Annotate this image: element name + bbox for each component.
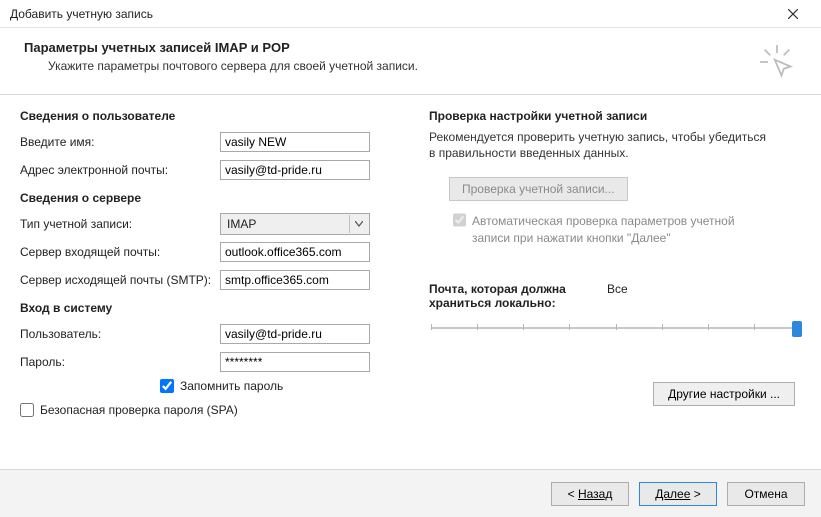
account-type-value: IMAP [227, 217, 256, 231]
incoming-server-input[interactable] [220, 242, 370, 262]
cancel-button[interactable]: Отмена [727, 482, 805, 506]
user-input[interactable] [220, 324, 370, 344]
remember-password-label: Запомнить пароль [180, 379, 283, 393]
next-button[interactable]: Далее > [639, 482, 717, 506]
cursor-click-icon [759, 44, 795, 80]
remember-password-checkbox[interactable] [160, 379, 174, 393]
spa-checkbox[interactable] [20, 403, 34, 417]
test-section-title: Проверка настройки учетной записи [429, 109, 801, 123]
back-button[interactable]: < Назад [551, 482, 629, 506]
auto-test-checkbox[interactable] [453, 213, 466, 227]
email-input[interactable] [220, 160, 370, 180]
test-section-text: Рекомендуется проверить учетную запись, … [429, 129, 769, 161]
mail-keep-value: Все [607, 282, 628, 296]
header-subtitle: Укажите параметры почтового сервера для … [48, 59, 418, 73]
account-type-select[interactable]: IMAP [220, 213, 370, 235]
server-section-title: Сведения о сервере [20, 191, 399, 205]
password-label: Пароль: [20, 355, 220, 369]
header-title: Параметры учетных записей IMAP и POP [24, 40, 418, 55]
name-input[interactable] [220, 132, 370, 152]
email-label: Адрес электронной почты: [20, 163, 220, 177]
incoming-label: Сервер входящей почты: [20, 245, 220, 259]
outgoing-server-input[interactable] [220, 270, 370, 290]
mail-keep-label: Почта, которая должна храниться локально… [429, 282, 589, 310]
account-type-label: Тип учетной записи: [20, 217, 220, 231]
close-button[interactable] [773, 2, 813, 26]
login-section-title: Вход в систему [20, 301, 399, 315]
name-label: Введите имя: [20, 135, 220, 149]
test-account-button[interactable]: Проверка учетной записи... [449, 177, 628, 201]
other-settings-button[interactable]: Другие настройки ... [653, 382, 795, 406]
user-label: Пользователь: [20, 327, 220, 341]
outgoing-label: Сервер исходящей почты (SMTP): [20, 273, 220, 287]
spa-label: Безопасная проверка пароля (SPA) [40, 403, 238, 417]
slider-thumb[interactable] [792, 321, 802, 337]
close-icon [788, 9, 798, 19]
auto-test-label: Автоматическая проверка параметров учетн… [472, 213, 753, 245]
password-input[interactable] [220, 352, 370, 372]
mail-keep-slider[interactable] [431, 318, 801, 338]
window-title: Добавить учетную запись [10, 7, 153, 21]
user-section-title: Сведения о пользователе [20, 109, 399, 123]
chevron-down-icon [349, 215, 367, 233]
